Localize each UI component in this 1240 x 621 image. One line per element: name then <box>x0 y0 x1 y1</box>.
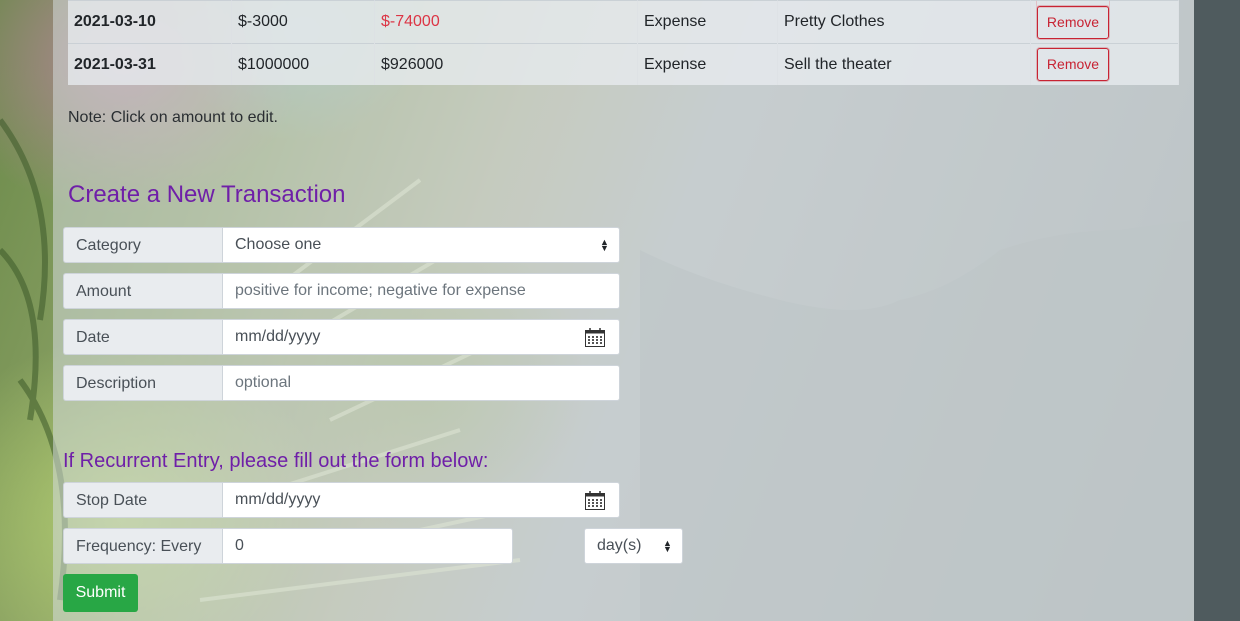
frequency-row: Frequency: Every 0 day(s) ▲ ▼ <box>63 528 683 566</box>
stop-date-input[interactable]: mm/dd/yyyy <box>222 482 620 518</box>
frequency-input[interactable]: 0 <box>222 528 513 564</box>
remove-button[interactable]: Remove <box>1037 48 1109 81</box>
stop-date-placeholder: mm/dd/yyyy <box>235 491 321 508</box>
select-arrows-icon: ▲ ▼ <box>600 237 609 253</box>
submit-button[interactable]: Submit <box>63 574 138 612</box>
category-select-value: Choose one <box>235 236 322 253</box>
frequency-label: Frequency: Every <box>63 528 222 564</box>
description-cell: Sell the theater <box>777 43 1031 85</box>
balance-cell: $926000 <box>374 43 638 85</box>
stop-date-row: Stop Date mm/dd/yyyy <box>63 482 620 520</box>
frequency-unit-value: day(s) <box>597 537 642 554</box>
calendar-icon[interactable] <box>585 491 605 510</box>
remove-button[interactable]: Remove <box>1037 5 1109 39</box>
edit-note: Note: Click on amount to edit. <box>68 109 278 126</box>
description-cell: Pretty Clothes <box>777 0 1031 44</box>
category-row: Category Choose one ▲ ▼ <box>63 227 620 265</box>
amount-cell[interactable]: $1000000 <box>231 43 375 85</box>
amount-input[interactable]: positive for income; negative for expens… <box>222 273 620 309</box>
date-cell: 2021-03-10 <box>68 0 232 44</box>
amount-row: Amount positive for income; negative for… <box>63 273 620 311</box>
action-cell: Remove <box>1030 43 1179 85</box>
stop-date-label: Stop Date <box>63 482 222 518</box>
balance-cell: $-74000 <box>374 0 638 44</box>
amount-label: Amount <box>63 273 222 309</box>
calendar-icon[interactable] <box>585 328 605 347</box>
table-row: 2021-03-10 $-3000 $-74000 Expense Pretty… <box>68 0 1179 44</box>
description-label: Description <box>63 365 222 401</box>
category-cell: Expense <box>637 43 778 85</box>
transactions-table: 2021-03-10 $-3000 $-74000 Expense Pretty… <box>68 0 1179 85</box>
create-transaction-heading: Create a New Transaction <box>68 181 346 208</box>
date-input[interactable]: mm/dd/yyyy <box>222 319 620 355</box>
page-margin <box>1194 0 1240 621</box>
frequency-unit-select[interactable]: day(s) ▲ ▼ <box>584 528 683 564</box>
table-row: 2021-03-31 $1000000 $926000 Expense Sell… <box>68 43 1179 85</box>
category-select[interactable]: Choose one ▲ ▼ <box>222 227 620 263</box>
category-cell: Expense <box>637 0 778 44</box>
select-arrows-icon: ▲ ▼ <box>663 538 672 554</box>
date-label: Date <box>63 319 222 355</box>
action-cell: Remove <box>1030 0 1179 44</box>
description-row: Description optional <box>63 365 620 403</box>
date-input-placeholder: mm/dd/yyyy <box>235 328 321 345</box>
amount-cell[interactable]: $-3000 <box>231 0 375 44</box>
date-cell: 2021-03-31 <box>68 43 232 85</box>
description-input[interactable]: optional <box>222 365 620 401</box>
date-row: Date mm/dd/yyyy <box>63 319 620 357</box>
category-label: Category <box>63 227 222 263</box>
recurrent-entry-heading: If Recurrent Entry, please fill out the … <box>63 450 489 472</box>
